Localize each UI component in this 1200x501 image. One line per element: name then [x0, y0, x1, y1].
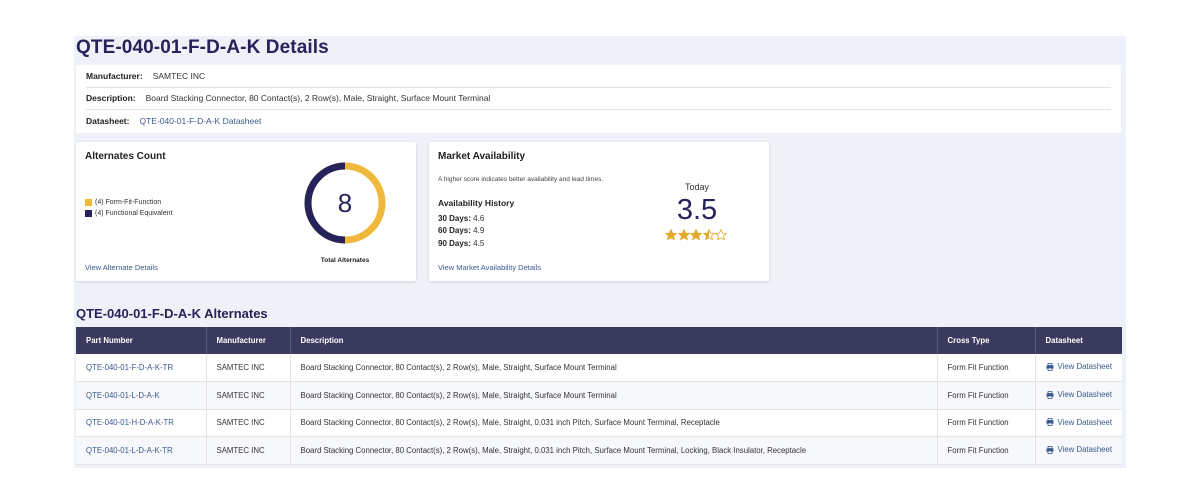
- alternates-total-caption: Total Alternates: [320, 257, 370, 264]
- datasheet-cell: View Datasheet: [1035, 409, 1122, 437]
- availability-history-list: 30 Days: 4.6 60 Days: 4.9 90 Days: 4.5: [438, 213, 484, 250]
- printer-icon: [1046, 418, 1054, 426]
- column-header[interactable]: Datasheet: [1035, 327, 1122, 354]
- view-datasheet-link[interactable]: View Datasheet: [1046, 390, 1112, 399]
- today-label: Today: [684, 182, 710, 192]
- description-cell: Board Stacking Connector, 80 Contact(s),…: [290, 436, 938, 465]
- manufacturer-cell: SAMTEC INC: [206, 409, 291, 437]
- today-score: 3.5: [676, 194, 718, 226]
- printer-icon: [1046, 362, 1054, 371]
- part-number-link[interactable]: QTE-040-01-H-D-A-K-TR: [86, 418, 174, 427]
- manufacturer-label: Manufacturer:: [86, 70, 143, 81]
- alternates-total: 8: [337, 188, 353, 218]
- star-full-icon: [665, 229, 677, 241]
- part-info-box: Manufacturer: SAMTEC INC Description: Bo…: [76, 65, 1121, 133]
- description-row: Description: Board Stacking Connector, 8…: [86, 88, 1111, 110]
- column-header[interactable]: Cross Type: [937, 327, 1036, 354]
- view-market-availability-link[interactable]: View Market Availability Details: [438, 263, 541, 272]
- description-value: Board Stacking Connector, 80 Contact(s),…: [145, 93, 491, 104]
- part-number-cell: QTE-040-01-F-D-A-K-TR: [76, 354, 207, 382]
- availability-history-title: Availability History: [438, 198, 515, 208]
- datasheet-cell: View Datasheet: [1035, 354, 1122, 382]
- column-header[interactable]: Description: [290, 327, 938, 354]
- description-cell: Board Stacking Connector, 80 Contact(s),…: [290, 354, 938, 382]
- alternates-legend: (4) Form-Fit-Function (4) Functional Equ…: [85, 199, 172, 221]
- view-datasheet-label: View Datasheet: [1057, 362, 1112, 372]
- printer-icon: [1046, 445, 1054, 454]
- part-number-link[interactable]: QTE-040-01-F-D-A-K-TR: [86, 363, 173, 372]
- part-number-cell: QTE-040-01-H-D-A-K-TR: [76, 409, 207, 437]
- part-number-link[interactable]: QTE-040-01-L-D-A-K-TR: [86, 446, 173, 455]
- view-datasheet-link[interactable]: View Datasheet: [1046, 445, 1112, 454]
- cross-type-cell: Form Fit Function: [937, 381, 1036, 410]
- part-number-link[interactable]: QTE-040-01-L-D-A-K: [86, 391, 160, 400]
- cross-type-cell: Form Fit Function: [937, 436, 1036, 465]
- column-header[interactable]: Part Number: [76, 327, 207, 354]
- datasheet-cell: View Datasheet: [1035, 381, 1122, 410]
- history-label: 60 Days:: [438, 226, 471, 236]
- history-value: 4.5: [473, 238, 485, 248]
- view-datasheet-link[interactable]: View Datasheet: [1046, 362, 1112, 371]
- market-note: A higher score indicates better availabi…: [438, 176, 604, 183]
- manufacturer-cell: SAMTEC INC: [206, 381, 291, 410]
- history-value: 4.6: [473, 214, 485, 223]
- view-datasheet-label: View Datasheet: [1057, 390, 1112, 399]
- history-row-90: 90 Days: 4.5: [438, 238, 484, 250]
- details-page: QTE-040-01-F-D-A-K Details Manufacturer:…: [74, 36, 1126, 468]
- alternates-count-card: Alternates Count (4) Form-Fit-Function (…: [76, 142, 416, 281]
- history-row-30: 30 Days: 4.6: [438, 213, 484, 225]
- legend-swatch-gold: [85, 199, 92, 206]
- view-alternate-details-link[interactable]: View Alternate Details: [85, 263, 158, 272]
- history-row-60: 60 Days: 4.9: [438, 225, 484, 237]
- history-value: 4.9: [473, 226, 485, 236]
- alternates-table: Part Number Manufacturer Description Cro…: [76, 327, 1122, 465]
- legend-item-functional: (4) Functional Equivalent: [85, 210, 172, 217]
- cross-type-cell: Form Fit Function: [937, 354, 1036, 382]
- part-number-cell: QTE-040-01-L-D-A-K-TR: [76, 436, 207, 465]
- star-rating: [665, 229, 729, 241]
- alternates-card-title: Alternates Count: [85, 151, 166, 162]
- description-cell: Board Stacking Connector, 80 Contact(s),…: [290, 409, 938, 437]
- page-title: QTE-040-01-F-D-A-K Details: [76, 37, 329, 58]
- table-row: QTE-040-01-L-D-A-K-TR SAMTEC INC Board Sta…: [76, 436, 1122, 465]
- history-label: 30 Days:: [438, 214, 471, 223]
- part-number-cell: QTE-040-01-L-D-A-K: [76, 381, 207, 410]
- manufacturer-cell: SAMTEC INC: [206, 354, 291, 382]
- column-header[interactable]: Manufacturer: [206, 327, 291, 354]
- view-datasheet-label: View Datasheet: [1057, 417, 1112, 427]
- cross-type-cell: Form Fit Function: [937, 409, 1036, 437]
- table-row: QTE-040-01-H-D-A-K-TR SAMTEC INC Board Sta…: [76, 409, 1122, 437]
- datasheet-link[interactable]: QTE-040-01-F-D-A-K Datasheet: [139, 116, 261, 126]
- legend-swatch-navy: [85, 210, 92, 217]
- printer-icon: [1046, 390, 1054, 399]
- star-full-icon: [677, 229, 690, 241]
- datasheet-label: Datasheet:: [86, 116, 130, 127]
- table-row: QTE-040-01-F-D-A-K-TR SAMTEC INC Board Sta…: [76, 354, 1122, 382]
- legend-label: (4) Functional Equivalent: [95, 210, 173, 217]
- legend-label: (4) Form-Fit-Function: [95, 199, 162, 206]
- description-cell: Board Stacking Connector, 80 Contact(s),…: [290, 381, 938, 410]
- datasheet-row: Datasheet: QTE-040-01-F-D-A-K Datasheet: [86, 110, 1111, 133]
- manufacturer-value: SAMTEC INC: [152, 70, 206, 81]
- star-empty-icon: [715, 229, 727, 241]
- market-card-title: Market Availability: [438, 151, 526, 162]
- description-label: Description:: [86, 93, 136, 104]
- manufacturer-cell: SAMTEC INC: [206, 436, 291, 465]
- legend-item-form-fit: (4) Form-Fit-Function: [85, 199, 172, 206]
- view-datasheet-link[interactable]: View Datasheet: [1046, 418, 1112, 427]
- star-half-icon: [702, 229, 715, 241]
- history-label: 90 Days:: [438, 238, 471, 248]
- manufacturer-row: Manufacturer: SAMTEC INC: [86, 65, 1111, 88]
- alternates-section-title: QTE-040-01-F-D-A-K Alternates: [76, 306, 268, 321]
- market-availability-card: Market Availability A higher score indic…: [429, 142, 769, 281]
- table-row: QTE-040-01-L-D-A-K SAMTEC INC Board Stacki…: [76, 381, 1122, 410]
- datasheet-cell: View Datasheet: [1035, 436, 1122, 465]
- star-full-icon: [690, 229, 702, 241]
- table-header-row: Part Number Manufacturer Description Cro…: [76, 327, 1122, 354]
- view-datasheet-label: View Datasheet: [1057, 445, 1112, 454]
